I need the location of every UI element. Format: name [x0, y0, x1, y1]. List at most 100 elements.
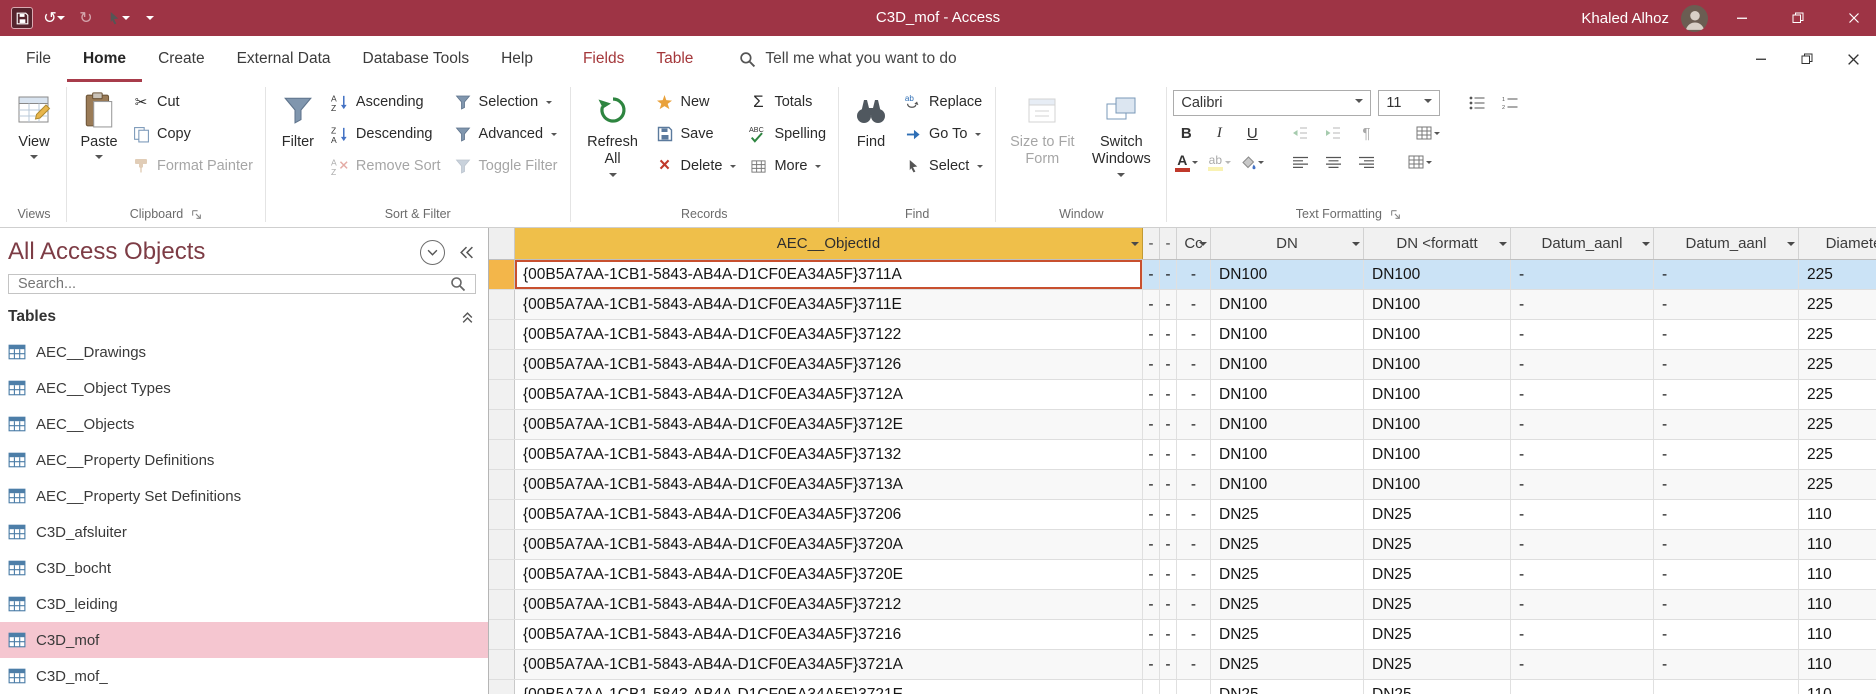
cell-dn-formatt[interactable]: DN100 — [1364, 440, 1511, 469]
cell-dn[interactable]: DN25 — [1211, 500, 1364, 529]
cell-dn-formatt[interactable]: DN25 — [1364, 500, 1511, 529]
cell-diamete[interactable]: 110 — [1799, 530, 1876, 559]
cell-datum-aanl[interactable]: - — [1511, 290, 1654, 319]
cell-datum-aanl[interactable]: - — [1654, 650, 1799, 679]
italic-button[interactable]: I — [1206, 121, 1232, 145]
cell-dn-formatt[interactable]: DN100 — [1364, 350, 1511, 379]
row-selector[interactable] — [489, 290, 515, 319]
cell-dn-formatt[interactable]: DN100 — [1364, 380, 1511, 409]
cell-c2[interactable]: - — [1160, 350, 1177, 379]
sidebar-item-c3d-bocht[interactable]: C3D_bocht — [0, 550, 488, 586]
size-to-fit-form-button[interactable]: Size to Fit Form — [1002, 86, 1082, 200]
remove-sort-button[interactable]: Remove Sort — [324, 150, 447, 182]
column-header-diamete[interactable]: Diamete — [1799, 228, 1876, 259]
row-selector[interactable] — [489, 650, 515, 679]
cell-c1[interactable]: - — [1143, 500, 1160, 529]
sidebar-item-c3d-afsluiter[interactable]: C3D_afsluiter — [0, 514, 488, 550]
row-selector[interactable] — [489, 530, 515, 559]
cell-c1[interactable]: - — [1143, 620, 1160, 649]
bold-button[interactable]: B — [1173, 121, 1199, 145]
cell-diamete[interactable]: 110 — [1799, 620, 1876, 649]
view-button[interactable]: View — [8, 86, 60, 200]
cell-cc[interactable]: - — [1177, 440, 1211, 469]
underline-button[interactable]: U — [1239, 121, 1265, 145]
cell-dn[interactable]: DN100 — [1211, 350, 1364, 379]
minimize-button[interactable] — [1720, 0, 1764, 36]
cell-dn-formatt[interactable]: DN25 — [1364, 530, 1511, 559]
datasheet-gridlines-button[interactable] — [1407, 150, 1433, 174]
cell-diamete[interactable]: 110 — [1799, 650, 1876, 679]
tab-database-tools[interactable]: Database Tools — [347, 36, 486, 82]
cell-dn-formatt[interactable]: DN25 — [1364, 560, 1511, 589]
column-header-cc[interactable]: Cc — [1177, 228, 1211, 259]
cell-dn-formatt[interactable]: DN25 — [1364, 680, 1511, 694]
cell-aec-objectid[interactable]: {00B5A7AA-1CB1-5843-AB4A-D1CF0EA34A5F}37… — [515, 440, 1143, 469]
cell-dn[interactable]: DN25 — [1211, 650, 1364, 679]
delete-record-button[interactable]: × Delete — [649, 150, 743, 182]
cell-dn-formatt[interactable]: DN25 — [1364, 620, 1511, 649]
row-selector[interactable] — [489, 440, 515, 469]
cell-c2[interactable]: - — [1160, 380, 1177, 409]
cell-aec-objectid[interactable]: {00B5A7AA-1CB1-5843-AB4A-D1CF0EA34A5F}37… — [515, 290, 1143, 319]
cell-cc[interactable]: - — [1177, 560, 1211, 589]
sidebar-item-aec-drawings[interactable]: AEC__Drawings — [0, 334, 488, 370]
cell-dn[interactable]: DN25 — [1211, 680, 1364, 694]
cell-datum-aanl[interactable]: - — [1511, 650, 1654, 679]
touch-mode-icon[interactable] — [104, 3, 132, 33]
filter-dropdown-icon[interactable] — [1131, 241, 1139, 250]
cell-dn-formatt[interactable]: DN25 — [1364, 650, 1511, 679]
cell-diamete[interactable]: 225 — [1799, 470, 1876, 499]
cell-datum-aanl[interactable]: - — [1511, 320, 1654, 349]
save-icon[interactable] — [8, 3, 36, 33]
cell-diamete[interactable]: 225 — [1799, 350, 1876, 379]
cut-button[interactable]: ✂ Cut — [125, 86, 259, 118]
cell-diamete[interactable]: 110 — [1799, 560, 1876, 589]
cell-dn[interactable]: DN25 — [1211, 560, 1364, 589]
bullets-button[interactable] — [1464, 91, 1490, 115]
cell-datum-aanl[interactable]: - — [1654, 410, 1799, 439]
cell-aec-objectid[interactable]: {00B5A7AA-1CB1-5843-AB4A-D1CF0EA34A5F}37… — [515, 530, 1143, 559]
row-selector[interactable] — [489, 500, 515, 529]
cell-dn[interactable]: DN25 — [1211, 620, 1364, 649]
cell-c2[interactable]: - — [1160, 590, 1177, 619]
cell-c2[interactable]: - — [1160, 680, 1177, 694]
increase-indent-button[interactable] — [1320, 121, 1346, 145]
sidebar-item-aec-property-definitions[interactable]: AEC__Property Definitions — [0, 442, 488, 478]
sidebar-item-c3d-leiding[interactable]: C3D_leiding — [0, 586, 488, 622]
tab-help[interactable]: Help — [485, 36, 549, 82]
cell-datum-aanl[interactable]: - — [1654, 500, 1799, 529]
restore-button[interactable] — [1776, 0, 1820, 36]
tab-file[interactable]: File — [10, 36, 67, 82]
cell-datum-aanl[interactable]: - — [1654, 440, 1799, 469]
cell-diamete[interactable]: 110 — [1799, 590, 1876, 619]
cell-cc[interactable]: - — [1177, 680, 1211, 694]
filter-dropdown-icon[interactable] — [1787, 241, 1795, 250]
navigation-search-box[interactable] — [8, 274, 476, 294]
cell-dn[interactable]: DN100 — [1211, 440, 1364, 469]
gridlines-table-button[interactable] — [1415, 121, 1441, 145]
filter-dropdown-icon[interactable] — [1352, 241, 1360, 250]
column-header-c2[interactable]: - — [1160, 228, 1177, 259]
cell-c2[interactable]: - — [1160, 470, 1177, 499]
cell-c1[interactable]: - — [1143, 260, 1160, 289]
row-selector[interactable] — [489, 320, 515, 349]
cell-cc[interactable]: - — [1177, 260, 1211, 289]
cell-cc[interactable]: - — [1177, 290, 1211, 319]
cell-cc[interactable]: - — [1177, 380, 1211, 409]
cell-aec-objectid[interactable]: {00B5A7AA-1CB1-5843-AB4A-D1CF0EA34A5F}37… — [515, 590, 1143, 619]
cell-c2[interactable]: - — [1160, 320, 1177, 349]
align-center-button[interactable] — [1320, 150, 1346, 174]
cell-dn[interactable]: DN100 — [1211, 260, 1364, 289]
cell-diamete[interactable]: 225 — [1799, 320, 1876, 349]
cell-dn[interactable]: DN100 — [1211, 470, 1364, 499]
cell-dn-formatt[interactable]: DN100 — [1364, 470, 1511, 499]
column-header-dn-formatt[interactable]: DN <formatt — [1364, 228, 1511, 259]
cell-c1[interactable]: - — [1143, 290, 1160, 319]
document-close-button[interactable] — [1830, 36, 1876, 82]
cell-datum-aanl[interactable]: - — [1511, 410, 1654, 439]
cell-c1[interactable]: - — [1143, 650, 1160, 679]
cell-datum-aanl[interactable]: - — [1511, 560, 1654, 589]
cell-datum-aanl[interactable]: - — [1511, 470, 1654, 499]
tab-create[interactable]: Create — [142, 36, 221, 82]
filter-button[interactable]: Filter — [272, 86, 324, 200]
